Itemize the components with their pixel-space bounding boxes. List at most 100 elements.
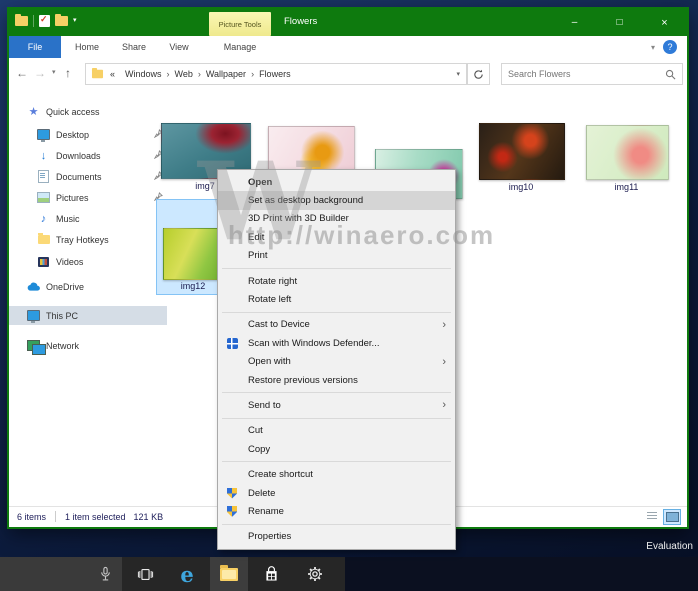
- folder-icon[interactable]: [15, 14, 28, 26]
- menu-item-3d-print[interactable]: 3D Print with 3D Builder: [218, 210, 455, 228]
- sidebar-item-downloads[interactable]: ↓ Downloads: [9, 146, 177, 165]
- forward-icon[interactable]: →: [34, 66, 46, 80]
- menu-item-scan-with-windows-defender[interactable]: Scan with Windows Defender...: [218, 334, 455, 352]
- sidebar-item-label: Quick access: [46, 106, 100, 117]
- menu-item-rotate-left[interactable]: Rotate left: [218, 290, 455, 308]
- download-arrow-icon: ↓: [40, 149, 47, 162]
- menu-item-send-to[interactable]: Send to ›: [218, 396, 455, 414]
- video-icon: [38, 256, 49, 267]
- menu-item-properties[interactable]: Properties: [218, 528, 455, 546]
- tab-home[interactable]: Home: [66, 36, 108, 58]
- sidebar-item-desktop[interactable]: Desktop: [9, 125, 177, 144]
- menu-item-open[interactable]: Open: [218, 173, 455, 191]
- uac-shield-icon: [227, 487, 237, 499]
- file-thumbnail-img12[interactable]: [163, 228, 225, 280]
- taskbar: e: [0, 557, 698, 591]
- menu-item-label: Rotate right: [248, 275, 298, 287]
- address-dropdown-icon[interactable]: ▾: [456, 70, 460, 78]
- breadcrumb-flowers[interactable]: Flowers: [259, 69, 291, 79]
- up-icon[interactable]: ↑: [65, 66, 71, 80]
- sidebar-item-tray-hotkeys[interactable]: Tray Hotkeys: [9, 230, 177, 249]
- menu-item-print[interactable]: Print: [218, 247, 455, 265]
- back-icon[interactable]: ←: [16, 66, 28, 80]
- menu-item-rotate-right[interactable]: Rotate right: [218, 272, 455, 290]
- breadcrumb-windows[interactable]: Windows: [125, 69, 162, 79]
- store-button[interactable]: [252, 557, 290, 591]
- menu-item-cut[interactable]: Cut: [218, 422, 455, 440]
- crumb-separator-icon: ›: [166, 69, 170, 79]
- sidebar-item-quick-access[interactable]: ★ Quick access: [9, 102, 167, 121]
- edge-button[interactable]: e: [168, 557, 206, 591]
- file-label[interactable]: img12: [161, 281, 225, 291]
- crumb-separator-icon: ›: [251, 69, 255, 79]
- menu-item-edit[interactable]: Edit: [218, 228, 455, 246]
- close-button[interactable]: ×: [642, 9, 687, 36]
- sidebar-item-network[interactable]: Network: [9, 336, 167, 355]
- details-view-button[interactable]: [644, 509, 660, 523]
- breadcrumb-web[interactable]: Web: [175, 69, 193, 79]
- chevron-down-icon[interactable]: ▾: [651, 43, 655, 52]
- breadcrumb[interactable]: « Windows › Web › Wallpaper › Flowers ▾: [85, 63, 467, 85]
- sidebar-item-this-pc[interactable]: This PC: [9, 306, 167, 325]
- help-button[interactable]: ?: [663, 40, 677, 54]
- maximize-button[interactable]: □: [597, 9, 642, 36]
- file-thumbnail-img11[interactable]: [586, 125, 669, 180]
- search-input[interactable]: [502, 69, 665, 79]
- task-view-icon: [137, 568, 153, 580]
- tab-view[interactable]: View: [160, 36, 198, 58]
- recent-locations-icon[interactable]: ▾: [52, 68, 56, 76]
- file-label[interactable]: img11: [586, 182, 667, 192]
- star-icon: ★: [28, 106, 39, 118]
- refresh-button[interactable]: [467, 63, 490, 85]
- minimize-button[interactable]: –: [552, 9, 597, 36]
- menu-item-copy[interactable]: Copy: [218, 440, 455, 458]
- sidebar-item-videos[interactable]: Videos: [9, 252, 177, 271]
- evaluation-watermark: Evaluation: [646, 541, 693, 552]
- file-explorer-button[interactable]: [210, 557, 248, 591]
- menu-item-rename[interactable]: Rename: [218, 502, 455, 520]
- microphone-button[interactable]: [86, 557, 124, 591]
- menu-item-label: Scan with Windows Defender...: [248, 337, 380, 349]
- properties-check-icon[interactable]: [39, 14, 50, 27]
- picture-tools-chip[interactable]: Picture Tools: [209, 12, 271, 36]
- tab-share[interactable]: Share: [113, 36, 155, 58]
- context-menu: Open Set as desktop background 3D Print …: [217, 169, 456, 551]
- menu-item-cast-to-device[interactable]: Cast to Device ›: [218, 316, 455, 334]
- search-icon[interactable]: [665, 69, 676, 80]
- menu-item-open-with[interactable]: Open with ›: [218, 353, 455, 371]
- menu-item-label: Rename: [248, 505, 284, 517]
- folder-icon[interactable]: [55, 14, 68, 26]
- menu-item-restore-previous-versions[interactable]: Restore previous versions: [218, 371, 455, 389]
- menu-item-set-as-desktop-background[interactable]: Set as desktop background: [218, 191, 455, 210]
- thumbnail-view-button[interactable]: [663, 509, 681, 525]
- crumb-prefix: «: [110, 69, 116, 79]
- menu-separator: [222, 461, 451, 463]
- tab-file[interactable]: File: [9, 36, 61, 58]
- sidebar-item-onedrive[interactable]: OneDrive: [9, 277, 167, 296]
- sidebar-item-pictures[interactable]: Pictures: [9, 188, 177, 207]
- breadcrumb-wallpaper[interactable]: Wallpaper: [206, 69, 246, 79]
- crumb-separator-icon: ›: [197, 69, 201, 79]
- sidebar-item-label: Pictures: [56, 192, 89, 203]
- menu-item-label: Rotate left: [248, 294, 292, 306]
- tab-manage[interactable]: Manage: [209, 36, 271, 58]
- settings-gear-icon: [308, 567, 322, 581]
- menu-separator: [222, 311, 451, 313]
- settings-button[interactable]: [296, 557, 334, 591]
- caption-buttons: – □ ×: [552, 9, 687, 36]
- sidebar-item-label: Documents: [56, 171, 102, 182]
- menu-item-label: Restore previous versions: [248, 374, 358, 386]
- sidebar-item-documents[interactable]: Documents: [9, 167, 177, 186]
- file-thumbnail-img10[interactable]: [479, 123, 565, 180]
- sidebar-item-label: Network: [46, 340, 80, 351]
- menu-item-label: Print: [248, 250, 268, 262]
- file-label[interactable]: img10: [479, 182, 563, 192]
- sidebar-item-label: OneDrive: [46, 281, 85, 292]
- menu-item-create-shortcut[interactable]: Create shortcut: [218, 465, 455, 483]
- customize-dropdown-icon[interactable]: ▾: [73, 16, 77, 26]
- title-bar[interactable]: ▾ Picture Tools Flowers – □ ×: [9, 9, 687, 36]
- menu-item-label: Open: [248, 176, 273, 188]
- sidebar-item-music[interactable]: ♪ Music: [9, 209, 177, 228]
- menu-item-delete[interactable]: Delete: [218, 484, 455, 502]
- task-view-button[interactable]: [126, 557, 164, 591]
